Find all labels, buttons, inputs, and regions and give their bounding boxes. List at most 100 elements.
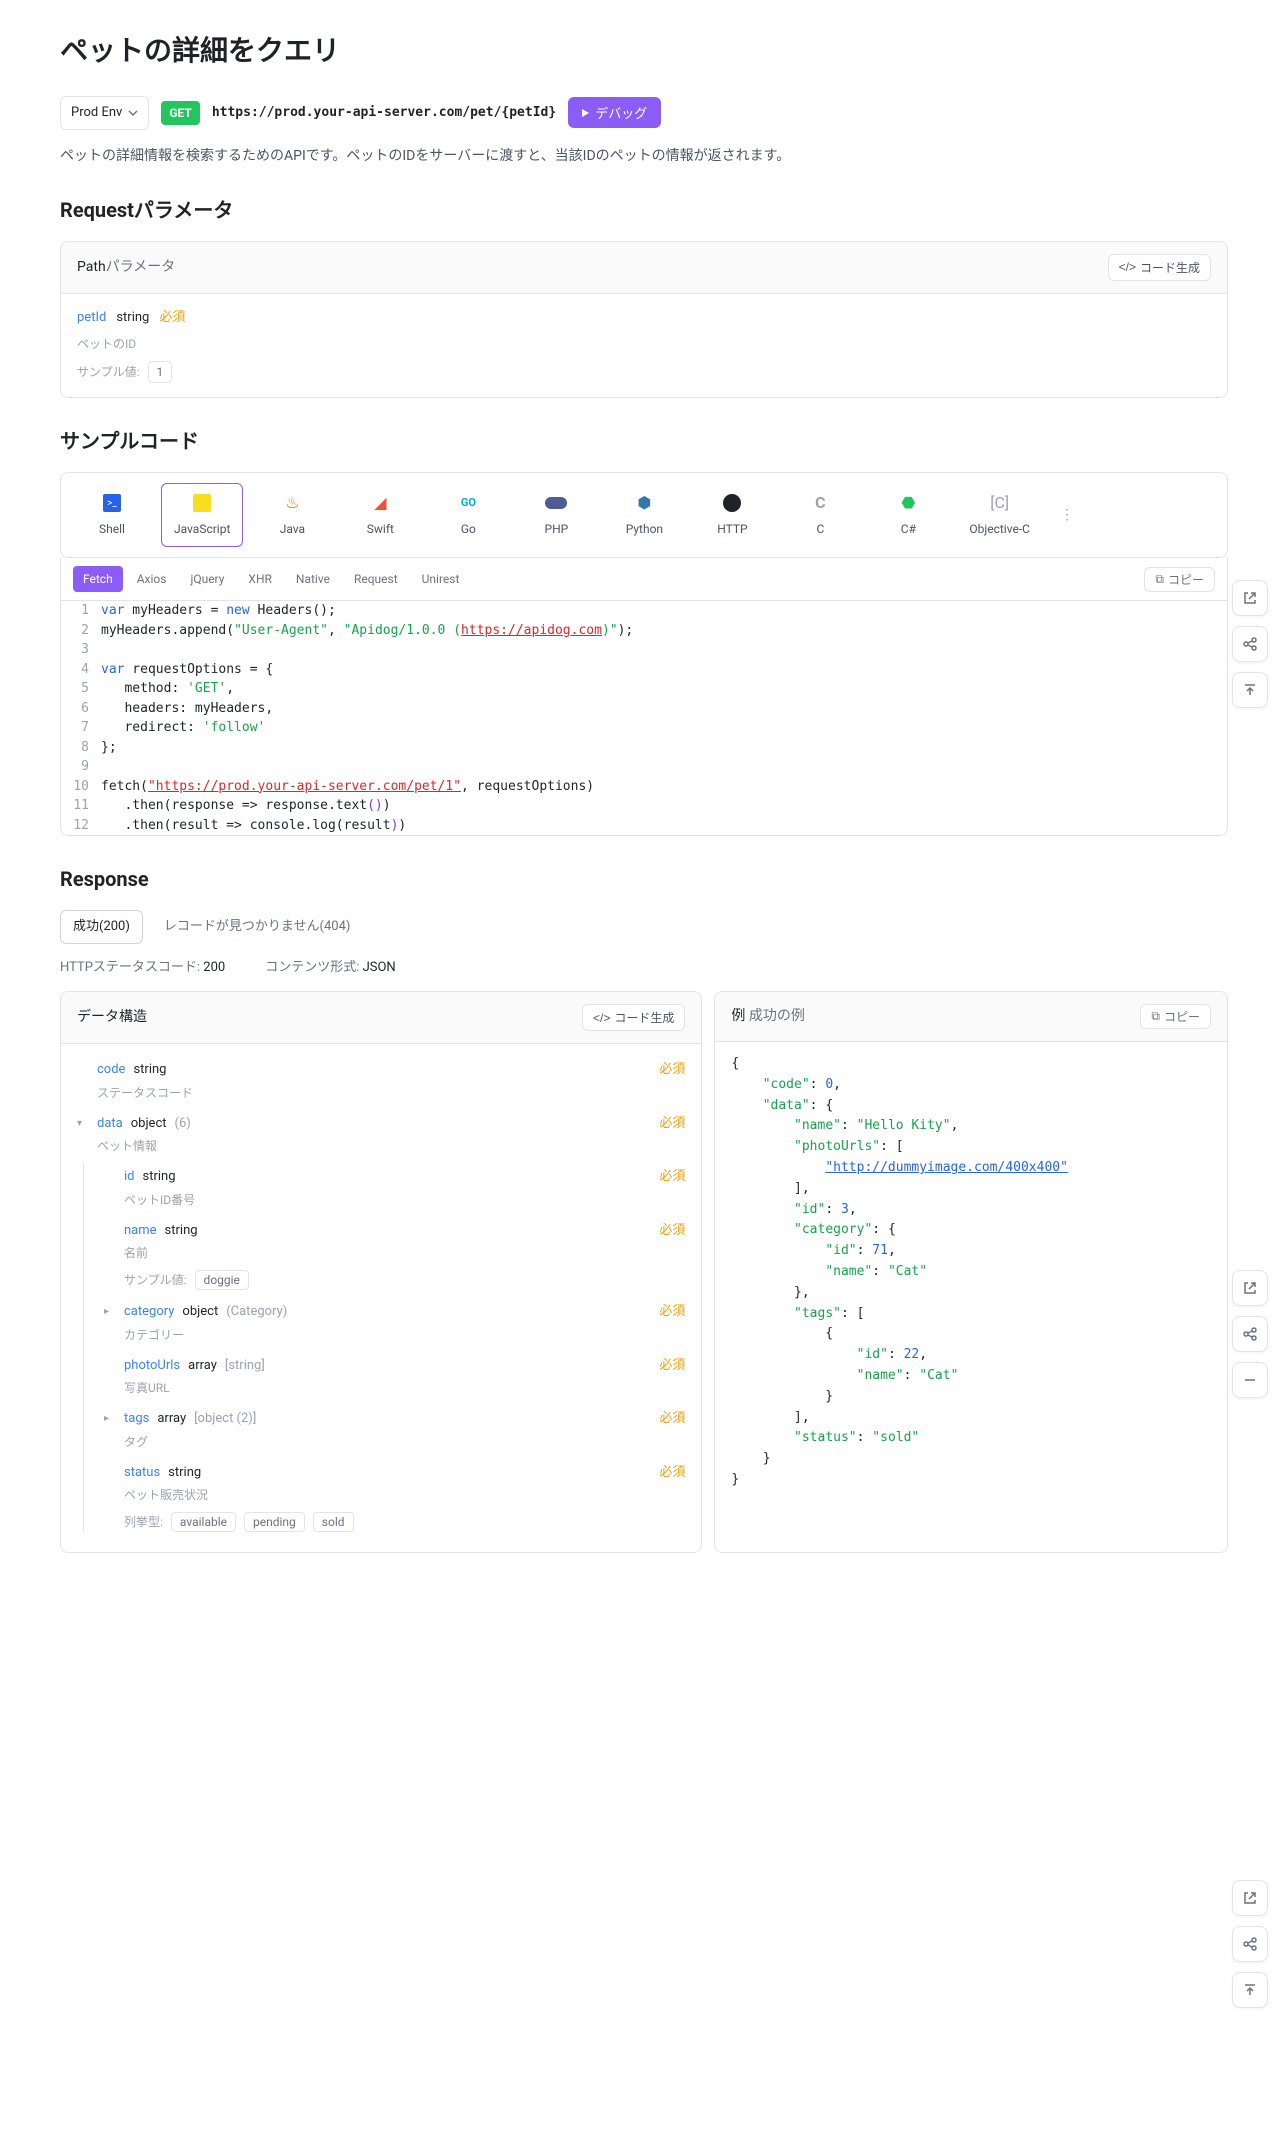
enum-label: 列挙型: bbox=[124, 1513, 163, 1531]
field-desc: ペット情報 bbox=[77, 1137, 685, 1155]
field-name: status bbox=[124, 1463, 160, 1483]
field-name: photoUrls bbox=[124, 1356, 180, 1376]
field-desc: 名前 bbox=[104, 1244, 685, 1262]
sample-label: サンプル値: bbox=[77, 363, 140, 381]
response-tab-404[interactable]: レコードが見つかりません(404) bbox=[151, 910, 364, 944]
go-icon: GO bbox=[457, 492, 479, 514]
schema-header: データ構造 </>コード生成 bbox=[61, 992, 701, 1044]
example-heading: 例 成功の例 bbox=[731, 1006, 804, 1027]
lang-label: Objective-C bbox=[969, 520, 1030, 538]
javascript-icon bbox=[191, 492, 213, 514]
play-icon bbox=[582, 109, 589, 117]
status-line: HTTPステータスコード: 200 コンテンツ形式: JSON bbox=[60, 958, 1228, 978]
field-name: category bbox=[124, 1302, 174, 1322]
lang-tab-objc[interactable]: [C]Objective-C bbox=[957, 484, 1042, 546]
param-desc: ペットのID bbox=[77, 335, 1211, 353]
chevron-down-icon bbox=[128, 108, 138, 118]
chevron-down-icon[interactable]: ▾ bbox=[77, 1116, 89, 1131]
lang-tab-swift[interactable]: ◢Swift bbox=[341, 484, 419, 546]
debug-button[interactable]: デバッグ bbox=[568, 97, 661, 128]
lang-label: PHP bbox=[545, 520, 569, 538]
csharp-icon: ⬣ bbox=[897, 492, 919, 514]
field-type: array bbox=[188, 1356, 217, 1376]
field-name: name bbox=[124, 1221, 157, 1241]
share-button[interactable] bbox=[1232, 1316, 1268, 1352]
field-type: string bbox=[143, 1167, 176, 1187]
lang-tab-shell[interactable]: >_Shell bbox=[73, 484, 151, 546]
codegen-button[interactable]: </> コード生成 bbox=[1108, 254, 1211, 281]
sublang-native[interactable]: Native bbox=[286, 566, 340, 592]
codegen-button[interactable]: </>コード生成 bbox=[582, 1004, 685, 1031]
lang-tab-csharp[interactable]: ⬣C# bbox=[869, 484, 947, 546]
sublang-bar: Fetch Axios jQuery XHR Native Request Un… bbox=[60, 558, 1228, 601]
scroll-top-button[interactable] bbox=[1232, 1972, 1268, 2008]
collapse-button[interactable] bbox=[1232, 1362, 1268, 1398]
api-url: https://prod.your-api-server.com/pet/{pe… bbox=[212, 103, 556, 123]
env-selector[interactable]: Prod Env bbox=[60, 96, 149, 130]
schema-heading: データ構造 bbox=[77, 1007, 147, 1028]
sample-heading: サンプルコード bbox=[60, 426, 1228, 456]
scroll-top-button[interactable] bbox=[1232, 672, 1268, 708]
schema-row-status: statusstring 必須 bbox=[104, 1459, 685, 1487]
schema-body: codestring 必須 ステータスコード ▾dataobject(6) 必須… bbox=[61, 1044, 701, 1552]
copy-label: コピー bbox=[1168, 571, 1204, 588]
lang-tab-go[interactable]: GOGo bbox=[429, 484, 507, 546]
lang-label: C bbox=[816, 520, 824, 538]
status-code-label: HTTPステータスコード: bbox=[60, 960, 203, 975]
share-button[interactable] bbox=[1232, 626, 1268, 662]
copy-button[interactable]: ⧉ コピー bbox=[1140, 1004, 1211, 1029]
more-icon[interactable]: ⋮ bbox=[1052, 505, 1082, 526]
external-link-button[interactable] bbox=[1232, 1270, 1268, 1306]
sample-value: doggie bbox=[195, 1270, 249, 1290]
copy-icon: ⧉ bbox=[1151, 1009, 1160, 1024]
copy-button[interactable]: ⧉ コピー bbox=[1144, 567, 1215, 592]
field-subtype: (Category) bbox=[226, 1302, 287, 1322]
schema-row-data: ▾dataobject(6) 必須 bbox=[77, 1110, 685, 1138]
required-badge: 必須 bbox=[659, 1463, 685, 1483]
java-icon: ♨ bbox=[281, 492, 303, 514]
copy-label: コピー bbox=[1164, 1008, 1200, 1025]
sample-label: サンプル値: bbox=[124, 1271, 187, 1289]
field-desc: ペット販売状況 bbox=[104, 1486, 685, 1504]
field-type: string bbox=[165, 1221, 198, 1241]
sublang-jquery[interactable]: jQuery bbox=[180, 566, 234, 592]
swift-icon: ◢ bbox=[369, 492, 391, 514]
field-type: object bbox=[131, 1114, 167, 1134]
required-badge: 必須 bbox=[659, 1302, 685, 1322]
lang-tab-c[interactable]: CC bbox=[781, 484, 859, 546]
code-icon: </> bbox=[1119, 260, 1136, 274]
lang-tab-http[interactable]: HTTP bbox=[693, 484, 771, 546]
external-link-button[interactable] bbox=[1232, 580, 1268, 616]
lang-tab-php[interactable]: PHP bbox=[517, 484, 595, 546]
external-link-button[interactable] bbox=[1232, 1880, 1268, 1916]
share-button[interactable] bbox=[1232, 1926, 1268, 1962]
lang-tab-javascript[interactable]: JavaScript bbox=[161, 483, 243, 547]
param-row: petId string 必須 bbox=[77, 308, 1211, 328]
chevron-right-icon[interactable]: ▸ bbox=[104, 1304, 116, 1319]
required-badge: 必須 bbox=[659, 1114, 685, 1134]
sample-value: 1 bbox=[148, 361, 173, 383]
lang-tab-python[interactable]: ⬢Python bbox=[605, 484, 683, 546]
codegen-label: コード生成 bbox=[1140, 259, 1200, 276]
php-icon bbox=[545, 492, 567, 514]
chevron-right-icon[interactable]: ▸ bbox=[104, 1411, 116, 1426]
path-suffix: パラメータ bbox=[106, 259, 176, 275]
sublang-axios[interactable]: Axios bbox=[127, 566, 177, 592]
sublang-unirest[interactable]: Unirest bbox=[412, 566, 470, 592]
sublang-request[interactable]: Request bbox=[344, 566, 408, 592]
request-params-panel: Pathパラメータ </> コード生成 petId string 必須 ペットの… bbox=[60, 241, 1228, 399]
status-code-value: 200 bbox=[203, 960, 225, 975]
lang-tab-java[interactable]: ♨ Java bbox=[253, 484, 331, 546]
field-desc: ペットID番号 bbox=[104, 1191, 685, 1209]
field-type: string bbox=[133, 1060, 166, 1080]
lang-label: Java bbox=[280, 520, 305, 538]
env-label: Prod Env bbox=[71, 103, 122, 123]
required-badge: 必須 bbox=[659, 1221, 685, 1241]
api-header-row: Prod Env GET https://prod.your-api-serve… bbox=[60, 96, 1228, 130]
enum-value: sold bbox=[313, 1512, 354, 1532]
sublang-xhr[interactable]: XHR bbox=[238, 566, 281, 592]
sublang-fetch[interactable]: Fetch bbox=[73, 566, 123, 592]
response-tab-200[interactable]: 成功(200) bbox=[60, 910, 143, 944]
code-block[interactable]: 1var myHeaders = new Headers(); 2myHeade… bbox=[60, 601, 1228, 836]
request-heading: Requestパラメータ bbox=[60, 195, 1228, 225]
